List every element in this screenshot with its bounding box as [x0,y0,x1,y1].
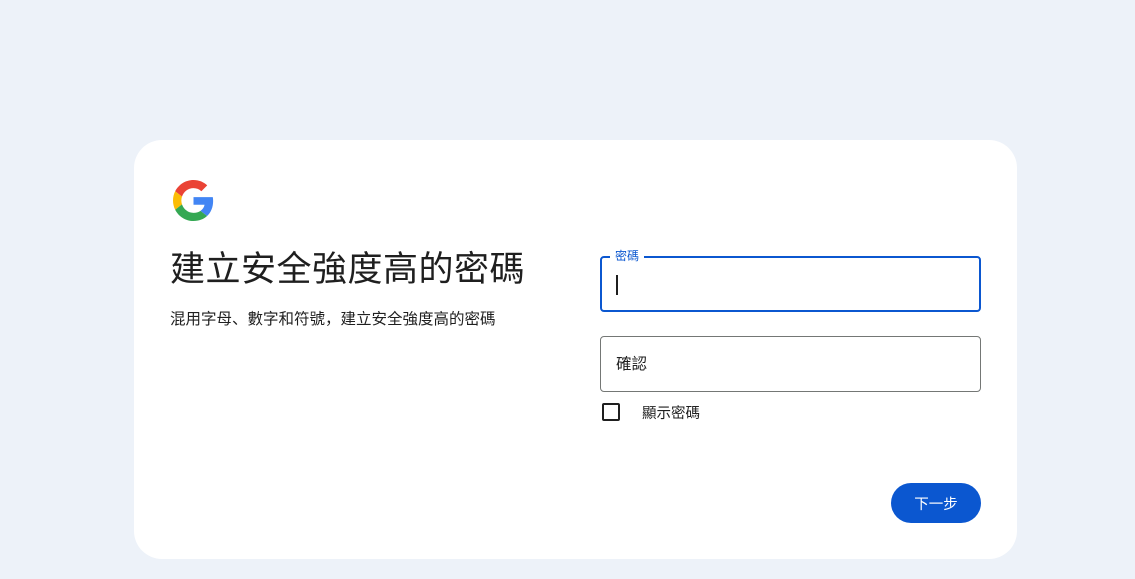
signup-card: 建立安全強度高的密碼 混用字母、數字和符號，建立安全強度高的密碼 密碼 確認 顯… [134,140,1017,559]
page-subtitle: 混用字母、數字和符號，建立安全強度高的密碼 [170,310,496,328]
show-password-label[interactable]: 顯示密碼 [642,402,700,423]
next-button[interactable]: 下一步 [891,483,981,523]
google-g-icon [173,180,214,221]
show-password-checkbox[interactable] [602,403,620,421]
password-field[interactable]: 密碼 [600,249,981,312]
password-input[interactable] [602,258,979,310]
show-password-row[interactable]: 顯示密碼 [600,399,700,425]
text-caret [616,275,618,295]
page-title: 建立安全強度高的密碼 [170,250,526,290]
confirm-input[interactable] [601,337,980,391]
confirm-field[interactable]: 確認 [600,336,981,392]
